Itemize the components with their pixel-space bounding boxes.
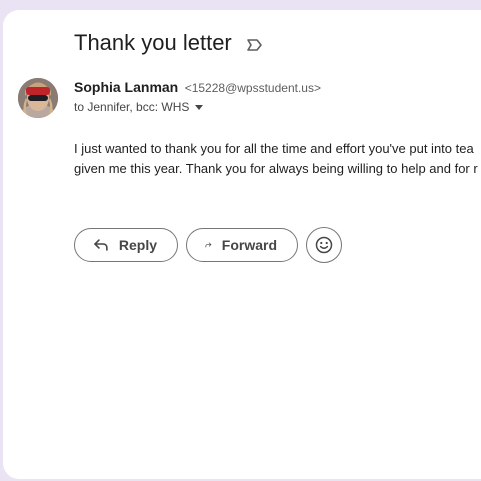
email-body: I just wanted to thank you for all the t… xyxy=(74,139,481,179)
sender-avatar[interactable] xyxy=(18,78,58,118)
reply-arrow-icon xyxy=(94,239,108,251)
email-subject: Thank you letter xyxy=(74,30,232,55)
subject-row: Thank you letter xyxy=(74,30,264,56)
reply-button[interactable]: Reply xyxy=(74,228,178,262)
sender-name[interactable]: Sophia Lanman xyxy=(74,79,178,95)
message-panel: Thank you letter Sophia Lanman <15228@wp… xyxy=(3,10,481,479)
label-outline-icon[interactable] xyxy=(246,38,264,52)
body-line: I just wanted to thank you for all the t… xyxy=(74,141,474,156)
sender-row: Sophia Lanman <15228@wpsstudent.us> xyxy=(74,79,321,97)
emoji-reaction-button[interactable] xyxy=(306,227,342,263)
forward-label: Forward xyxy=(221,237,277,253)
recipients-row[interactable]: to Jennifer, bcc: WHS xyxy=(74,100,204,114)
recipients-text: to Jennifer, bcc: WHS xyxy=(74,100,190,114)
message-actions: Reply Forward xyxy=(74,227,350,263)
forward-arrow-icon xyxy=(205,242,212,248)
emoji-smile-icon xyxy=(315,236,333,254)
caret-down-icon[interactable] xyxy=(195,104,204,110)
body-line: given me this year. Thank you for always… xyxy=(74,161,478,176)
forward-button[interactable]: Forward xyxy=(186,228,298,262)
reply-label: Reply xyxy=(118,237,157,253)
sender-email: <15228@wpsstudent.us> xyxy=(184,81,321,95)
